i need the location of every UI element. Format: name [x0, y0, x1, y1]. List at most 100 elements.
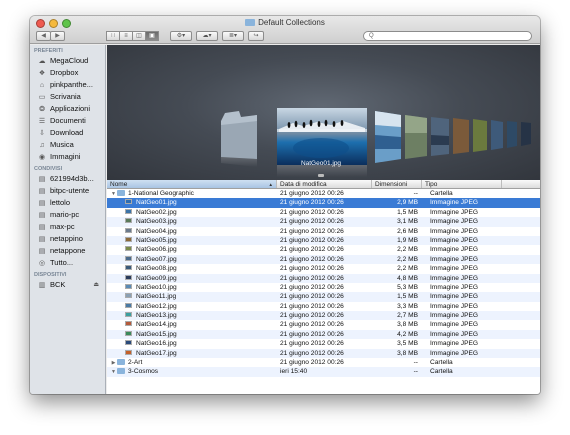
- cloud-drive-icon: ☁: [38, 58, 46, 65]
- list-view-button[interactable]: ≡: [119, 31, 133, 41]
- column-header-date[interactable]: Data di modifica: [277, 180, 372, 188]
- camera-icon: ◉: [38, 154, 46, 161]
- sidebar-item[interactable]: ⇩ Download: [30, 127, 105, 139]
- sidebar-item[interactable]: ▤ mario-pc: [30, 209, 105, 221]
- cell-name: ▼ 1-National Geographic: [107, 189, 277, 198]
- cover-natgeo06[interactable]: [473, 119, 487, 152]
- sidebar-item[interactable]: ▤ netappone: [30, 245, 105, 257]
- back-button[interactable]: ◀: [36, 31, 51, 41]
- cell-kind: Immagine JPEG: [430, 227, 479, 235]
- table-row[interactable]: NatGeo02.jpg 21 giugno 2012 00:26 1,5 MB Im…: [107, 208, 540, 217]
- file-name: NatGeo07.jpg: [136, 255, 177, 263]
- sidebar-item[interactable]: ⌂ pinkpanthe...: [30, 79, 105, 91]
- table-row[interactable]: ▼ 3-Cosmos ieri 15:40 -- Cartella: [107, 367, 540, 377]
- folder-icon: [117, 359, 125, 366]
- coverflow-scroller[interactable]: [318, 174, 324, 177]
- applications-icon: ❂: [39, 106, 45, 113]
- table-row[interactable]: NatGeo09.jpg 21 giugno 2012 00:26 4,8 MB Im…: [107, 273, 540, 283]
- sidebar-item-label: bitpc-utente: [50, 186, 90, 195]
- sidebar-item[interactable]: ◎ Tutto...: [30, 257, 105, 269]
- sidebar-item-label: mario-pc: [50, 210, 80, 219]
- table-row[interactable]: NatGeo16.jpg 21 giugno 2012 00:26 3,5 MB Im…: [107, 339, 540, 348]
- sidebar-item[interactable]: ◉ Immagini: [30, 151, 105, 163]
- disclosure-expanded-icon[interactable]: ▼: [110, 190, 117, 198]
- sort-menu-button[interactable]: ≣▾: [222, 31, 244, 41]
- table-row[interactable]: ▼ 1-National Geographic 21 giugno 2012 00:…: [107, 189, 540, 198]
- cover-natgeo07[interactable]: [491, 120, 503, 150]
- cell-name: NatGeo15.jpg: [107, 330, 277, 339]
- cell-date: 21 giugno 2012 00:26: [280, 321, 344, 329]
- file-name: NatGeo03.jpg: [136, 218, 177, 226]
- cover-natgeo08[interactable]: [507, 121, 517, 148]
- disclosure-collapsed-icon[interactable]: ▶: [110, 359, 117, 367]
- sidebar-item-label: netappino: [50, 234, 83, 243]
- share-button[interactable]: ↪: [248, 31, 264, 41]
- action-menu-button[interactable]: ⚙▾: [170, 31, 192, 41]
- folder-cover[interactable]: [221, 111, 257, 167]
- cover-natgeo03[interactable]: [405, 115, 427, 159]
- cover-natgeo04[interactable]: [431, 117, 449, 156]
- table-row[interactable]: NatGeo04.jpg 21 giugno 2012 00:26 2,6 MB Im…: [107, 227, 540, 236]
- table-row[interactable]: NatGeo03.jpg 21 giugno 2012 00:26 3,1 MB Im…: [107, 217, 540, 227]
- cell-kind: Immagine JPEG: [430, 321, 479, 329]
- sidebar-item[interactable]: ▤ bitpc-utente: [30, 185, 105, 197]
- table-row[interactable]: NatGeo15.jpg 21 giugno 2012 00:26 4,2 MB Im…: [107, 329, 540, 340]
- cover-natgeo09[interactable]: [521, 122, 531, 146]
- sidebar-item[interactable]: ▥ BCK ⏏: [30, 279, 105, 291]
- cell-kind: Immagine JPEG: [430, 265, 479, 273]
- sidebar-heading: PREFERITI: [34, 48, 63, 54]
- cell-kind: Immagine JPEG: [430, 255, 479, 263]
- cell-name: NatGeo10.jpg: [107, 283, 277, 292]
- image-file-icon: [125, 227, 132, 233]
- table-row[interactable]: ▶ 2-Art 21 giugno 2012 00:26 -- Cartella: [107, 358, 540, 367]
- coverflow-view[interactable]: NatGeo01.jpg: [107, 45, 540, 180]
- table-row[interactable]: NatGeo12.jpg 21 giugno 2012 00:26 3,3 MB Im…: [107, 302, 540, 311]
- cell-size: --: [413, 190, 418, 197]
- sidebar-item[interactable]: ▤ lettolo: [30, 197, 105, 209]
- table-row[interactable]: NatGeo01.jpg 21 giugno 2012 00:26 2,9 MB Im…: [107, 198, 540, 208]
- sidebar-item[interactable]: ❖ Dropbox: [30, 67, 105, 79]
- sidebar-item[interactable]: ▤ max-pc: [30, 221, 105, 233]
- column-header-kind[interactable]: Tipo: [422, 180, 502, 188]
- sidebar-item[interactable]: ♫ Musica: [30, 139, 105, 151]
- search-field[interactable]: Q: [363, 31, 532, 41]
- cell-name: NatGeo02.jpg: [107, 208, 277, 217]
- column-header-name[interactable]: Nome: [107, 180, 277, 188]
- file-name: NatGeo15.jpg: [136, 330, 177, 338]
- table-row[interactable]: NatGeo05.jpg 21 giugno 2012 00:26 1,9 MB Im…: [107, 235, 540, 246]
- forward-button[interactable]: ▶: [50, 31, 65, 41]
- cell-date: 21 giugno 2012 00:26: [280, 274, 344, 282]
- sidebar-item[interactable]: ▤ 621994d3b...: [30, 173, 105, 185]
- cell-date: 21 giugno 2012 00:26: [280, 236, 344, 244]
- cell-kind: Immagine JPEG: [430, 208, 479, 216]
- table-row[interactable]: NatGeo17.jpg 21 giugno 2012 00:26 3,8 MB Im…: [107, 348, 540, 359]
- cell-kind: Immagine JPEG: [430, 283, 479, 291]
- sidebar-item-label: MegaCloud: [50, 56, 89, 65]
- sidebar-item[interactable]: ▭ Scrivania: [30, 91, 105, 103]
- icon-view-button[interactable]: ∷: [106, 31, 120, 41]
- cell-date: 21 giugno 2012 00:26: [280, 312, 344, 320]
- cell-size: 2,9 MB: [397, 199, 418, 207]
- column-view-button[interactable]: ◫: [132, 31, 146, 41]
- cell-size: 3,1 MB: [397, 218, 418, 226]
- sidebar-item[interactable]: ☁ MegaCloud: [30, 55, 105, 67]
- arrange-menu-button[interactable]: ☁▾: [196, 31, 218, 41]
- table-row[interactable]: NatGeo13.jpg 21 giugno 2012 00:26 2,7 MB Im…: [107, 311, 540, 321]
- table-row[interactable]: NatGeo10.jpg 21 giugno 2012 00:26 5,3 MB Im…: [107, 283, 540, 292]
- computer-icon: ▤: [38, 200, 46, 207]
- sidebar-item[interactable]: ☰ Documenti: [30, 115, 105, 127]
- sidebar-item[interactable]: ❂ Applicazioni: [30, 103, 105, 115]
- table-row[interactable]: NatGeo06.jpg 21 giugno 2012 00:26 2,2 MB Im…: [107, 245, 540, 254]
- disclosure-expanded-icon[interactable]: ▼: [110, 368, 117, 376]
- cell-size: 2,2 MB: [397, 255, 418, 263]
- table-row[interactable]: NatGeo08.jpg 21 giugno 2012 00:26 2,2 MB Im…: [107, 264, 540, 273]
- cover-natgeo02[interactable]: [375, 111, 401, 163]
- table-row[interactable]: NatGeo07.jpg 21 giugno 2012 00:26 2,2 MB Im…: [107, 254, 540, 265]
- coverflow-view-button[interactable]: ▣: [145, 31, 159, 41]
- sidebar-item[interactable]: ▤ netappino: [30, 233, 105, 245]
- column-header-size[interactable]: Dimensioni: [372, 180, 422, 188]
- cover-natgeo05[interactable]: [453, 118, 469, 154]
- table-row[interactable]: NatGeo14.jpg 21 giugno 2012 00:26 3,8 MB Im…: [107, 320, 540, 329]
- eject-icon[interactable]: ⏏: [93, 279, 99, 291]
- table-row[interactable]: NatGeo11.jpg 21 giugno 2012 00:26 1,5 MB Im…: [107, 292, 540, 302]
